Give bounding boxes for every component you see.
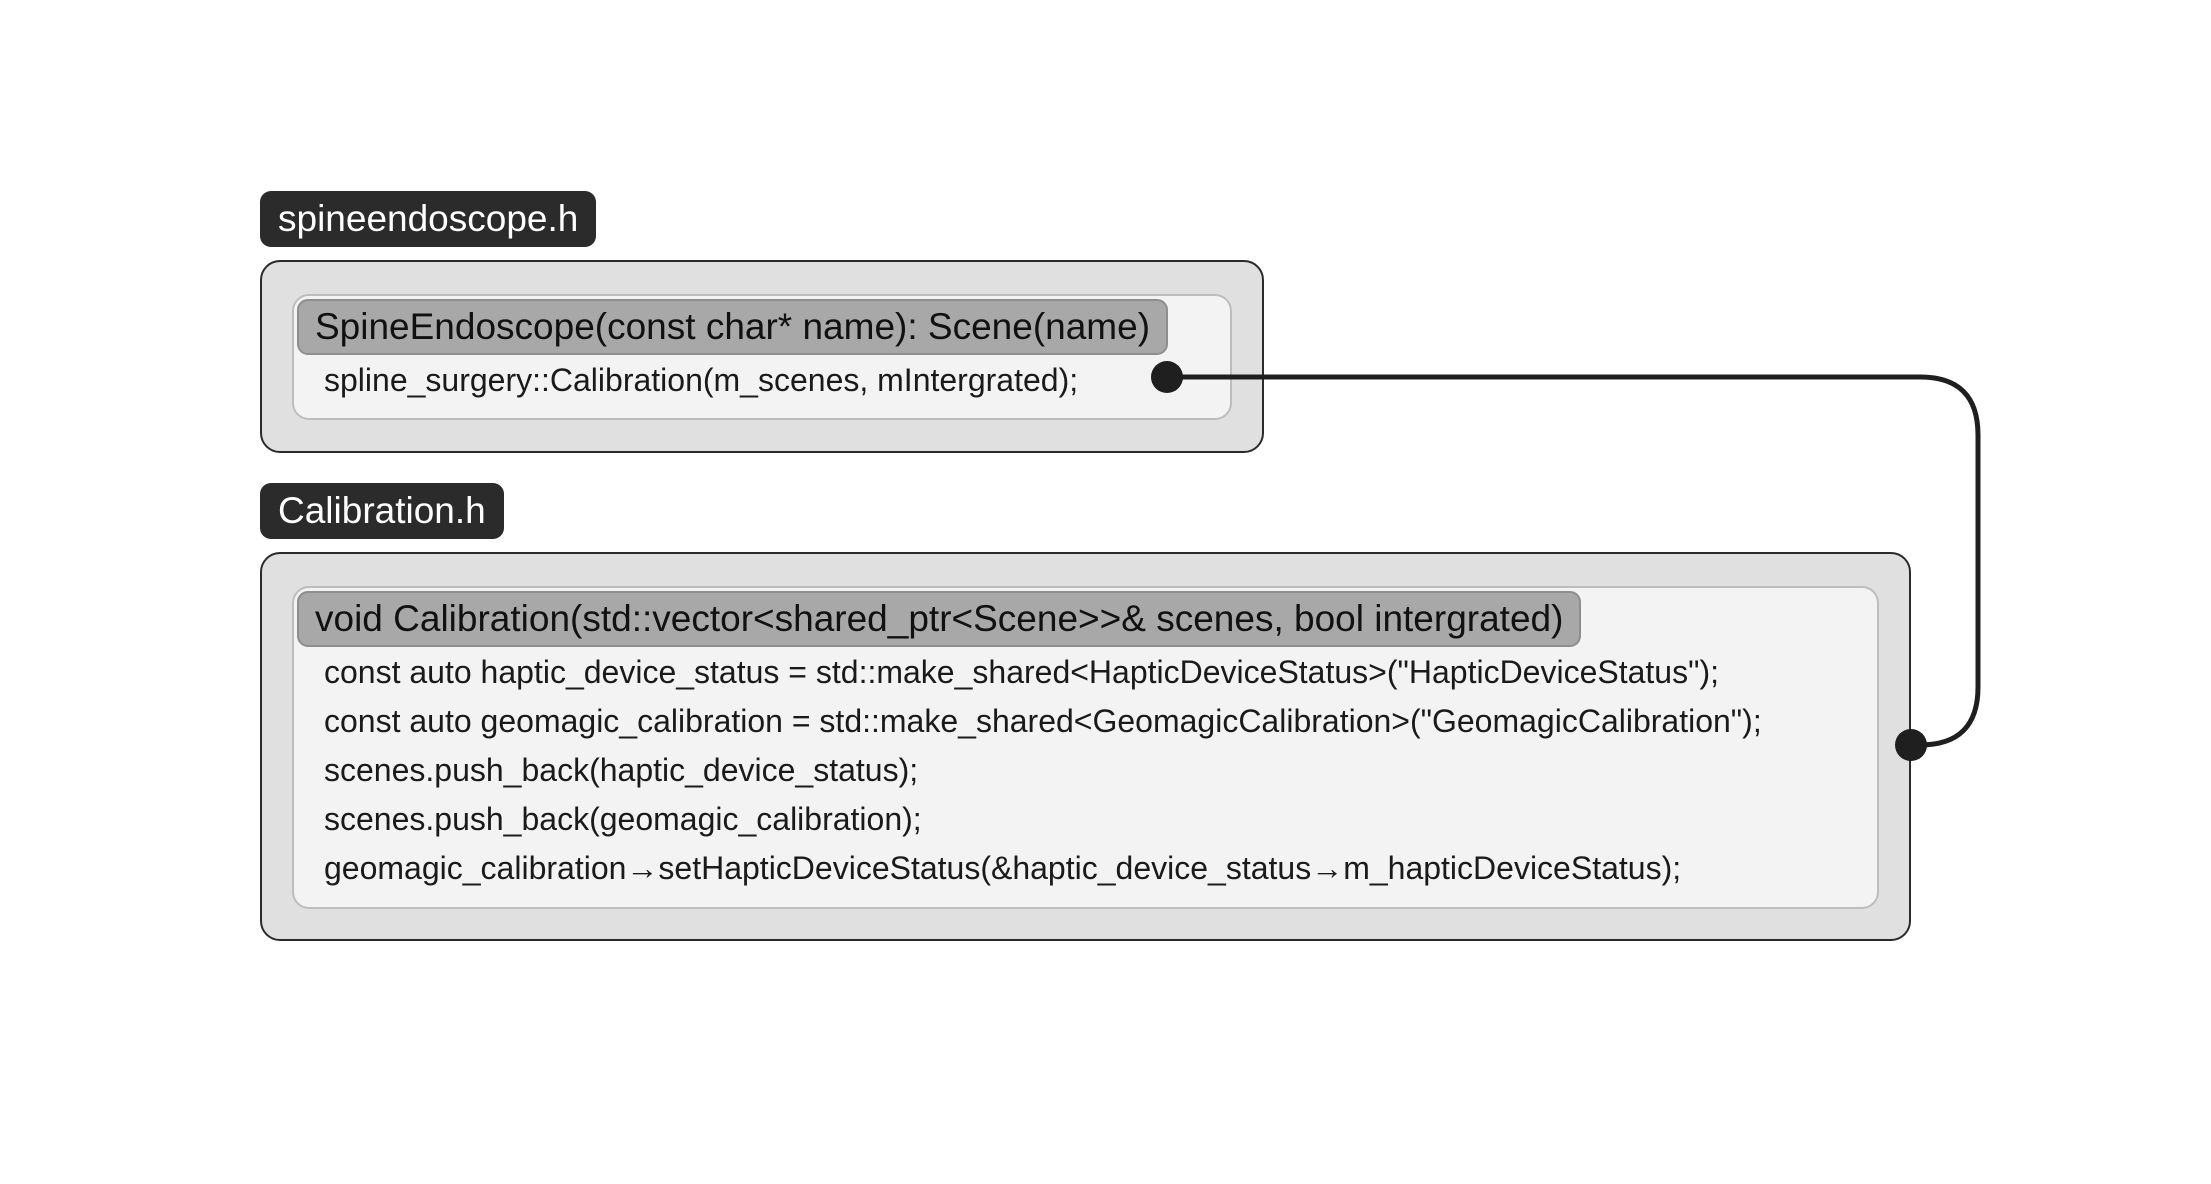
- connector-line: [1167, 374, 1981, 748]
- connector-start-dot: [1151, 361, 1183, 393]
- call-connector: [1151, 361, 1981, 761]
- connector-end-dot: [1895, 729, 1927, 761]
